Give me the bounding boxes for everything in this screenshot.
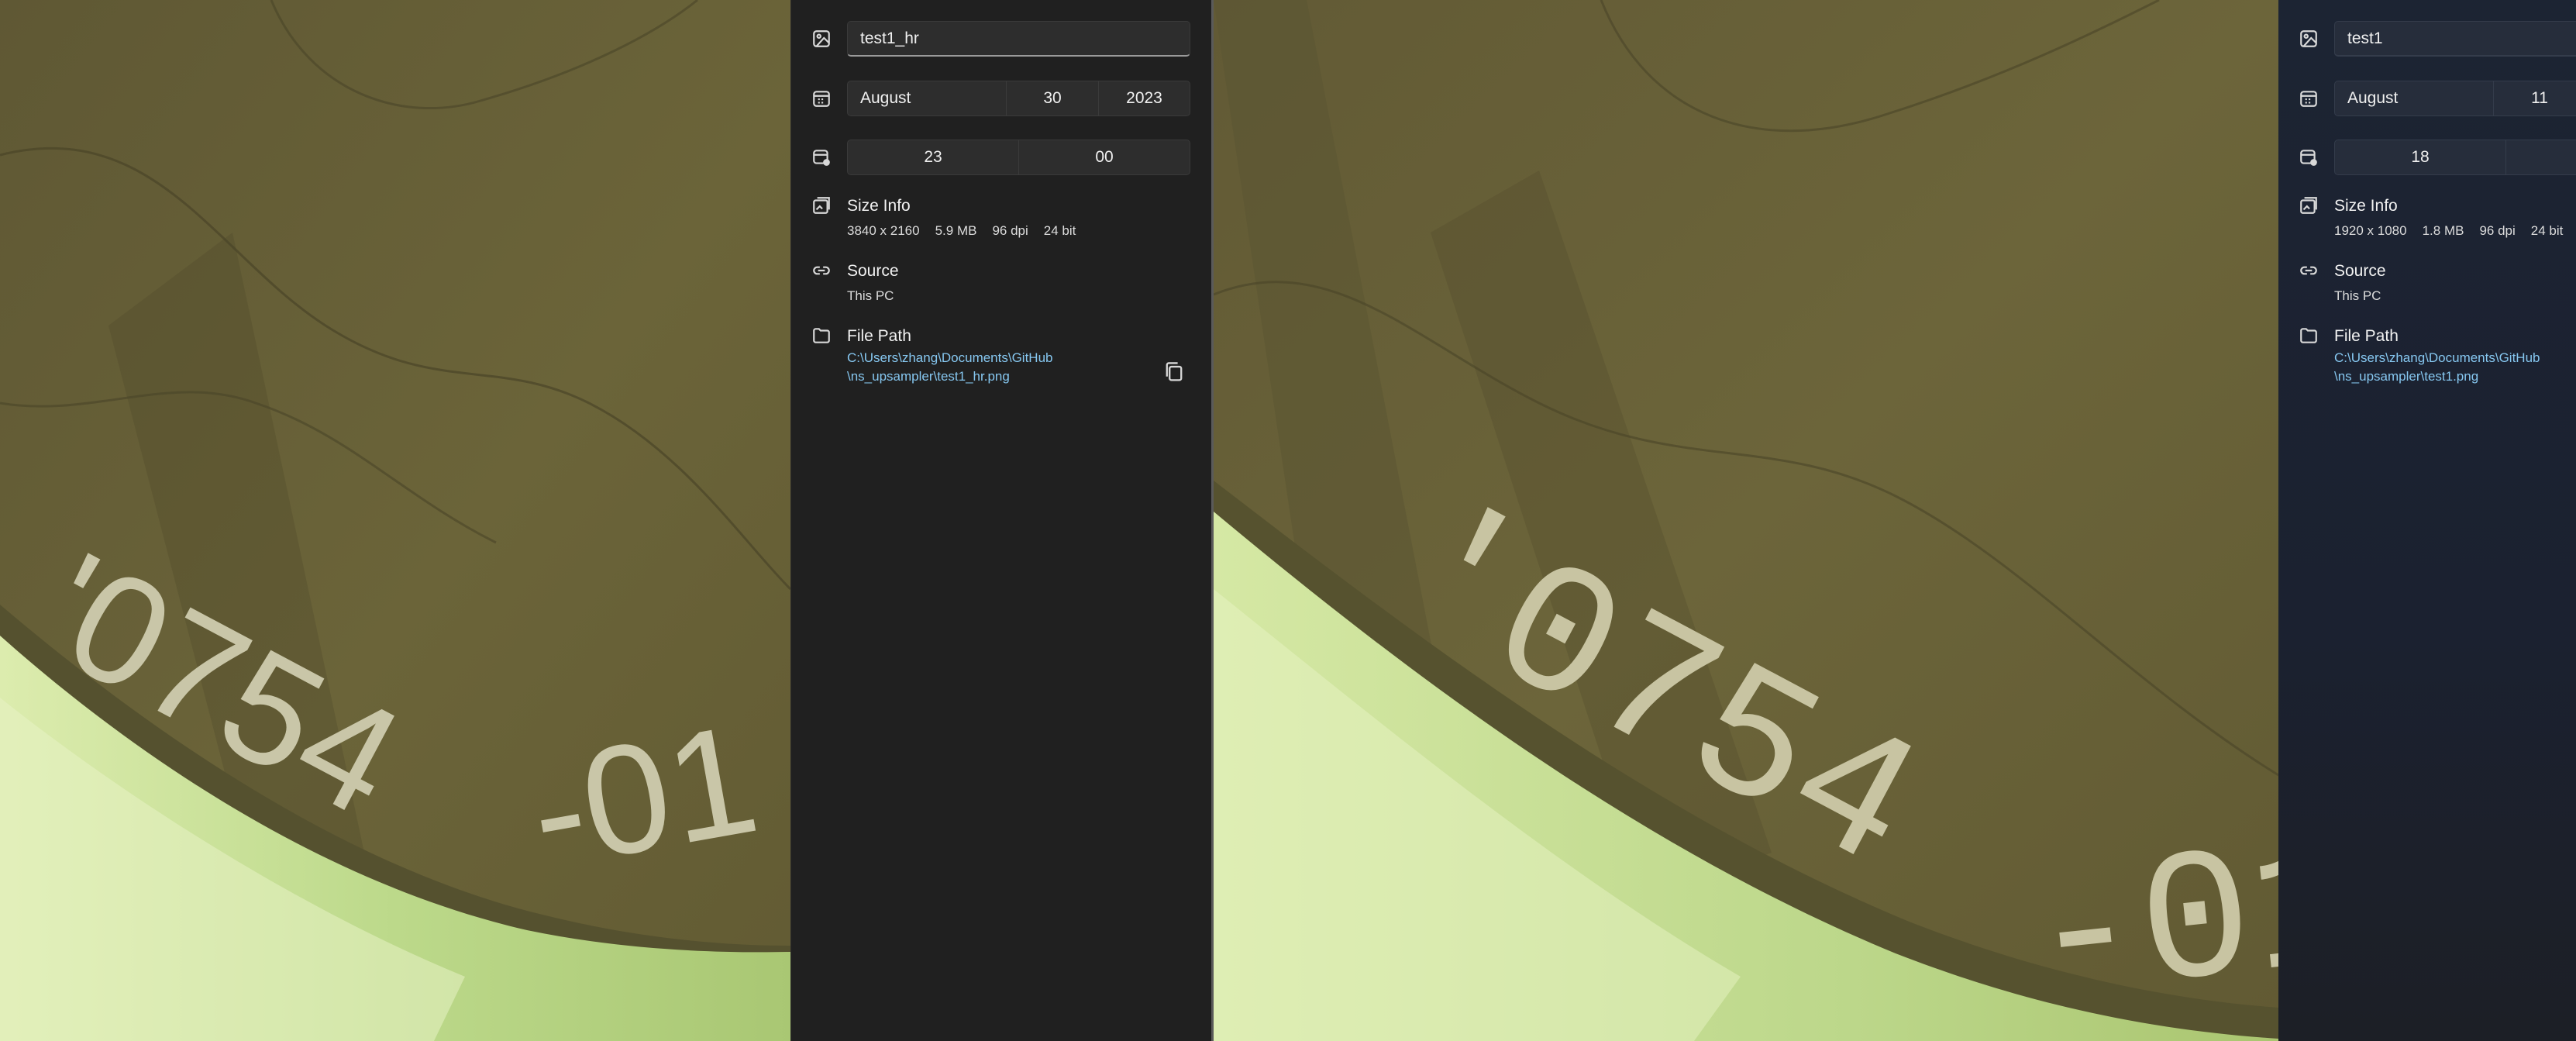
- link-icon: [811, 260, 832, 281]
- info-panel-left: test1_hr August 30 2023 23 00 Size Info …: [790, 0, 1211, 1041]
- folder-icon: [811, 326, 832, 346]
- file-path-line-1: C:\Users\zhang\Documents\GitHub: [847, 350, 1053, 365]
- size-info-label: Size Info: [847, 197, 911, 215]
- size-info-values: 3840 x 2160 5.9 MB 96 dpi 24 bit: [847, 223, 1091, 239]
- calendar-clock-icon: [2299, 147, 2319, 167]
- image-dimensions: 1920 x 1080: [2334, 223, 2407, 238]
- image-viewer-right[interactable]: '0754 -01: [1214, 0, 2278, 1041]
- date-month[interactable]: August: [847, 81, 1007, 116]
- time-minute[interactable]: 00: [1018, 140, 1190, 175]
- dpi: 96 dpi: [992, 223, 1028, 238]
- time-hour[interactable]: 18: [2334, 140, 2506, 175]
- image-icon: [2299, 29, 2319, 49]
- image-text-suffix: -01: [2019, 804, 2278, 1041]
- image-dimensions: 3840 x 2160: [847, 223, 920, 238]
- bit-depth: 24 bit: [2530, 223, 2564, 238]
- calendar-icon: [2299, 88, 2319, 109]
- link-icon: [2299, 260, 2319, 281]
- time-minute[interactable]: [2505, 140, 2576, 175]
- photo-right: '0754 -01: [1214, 0, 2278, 1041]
- image-icon: [811, 29, 832, 49]
- file-path-label: File Path: [2334, 327, 2399, 345]
- bit-depth: 24 bit: [1043, 223, 1076, 238]
- calendar-icon: [811, 88, 832, 109]
- date-day[interactable]: 11: [2493, 81, 2576, 116]
- title-input[interactable]: test1: [2334, 21, 2576, 57]
- file-path-link[interactable]: C:\Users\zhang\Documents\GitHub \ns_upsa…: [2334, 349, 2540, 386]
- file-path-link[interactable]: C:\Users\zhang\Documents\GitHub \ns_upsa…: [847, 349, 1053, 386]
- date-year[interactable]: 2023: [1098, 81, 1190, 116]
- file-path-label: File Path: [847, 327, 911, 345]
- time-hour[interactable]: 23: [847, 140, 1019, 175]
- file-path-line-2: \ns_upsampler\test1.png: [2334, 369, 2479, 384]
- dpi: 96 dpi: [2479, 223, 2516, 238]
- source-value: This PC: [2334, 288, 2381, 303]
- size-info-values: 1920 x 1080 1.8 MB 96 dpi 24 bit: [2334, 223, 2576, 239]
- source-label: Source: [2334, 262, 2386, 280]
- date-day[interactable]: 30: [1006, 81, 1099, 116]
- file-path-line-1: C:\Users\zhang\Documents\GitHub: [2334, 350, 2540, 365]
- date-month[interactable]: August: [2334, 81, 2494, 116]
- title-input[interactable]: test1_hr: [847, 21, 1190, 57]
- copy-icon[interactable]: [1163, 360, 1185, 384]
- calendar-clock-icon: [811, 147, 832, 167]
- file-path-line-2: \ns_upsampler\test1_hr.png: [847, 369, 1010, 384]
- file-size: 5.9 MB: [935, 223, 977, 238]
- photo-left: '0754 -01: [0, 0, 790, 1041]
- size-info-label: Size Info: [2334, 197, 2398, 215]
- info-panel-right: test1 August 11 18 Size Info 1920 x 1080…: [2278, 0, 2576, 1041]
- source-label: Source: [847, 262, 899, 280]
- file-size: 1.8 MB: [2422, 223, 2464, 238]
- source-value: This PC: [847, 288, 894, 303]
- folder-icon: [2299, 326, 2319, 346]
- image-viewer-left[interactable]: '0754 -01: [0, 0, 790, 1041]
- image-size-icon: [2299, 195, 2319, 215]
- image-size-icon: [811, 195, 832, 215]
